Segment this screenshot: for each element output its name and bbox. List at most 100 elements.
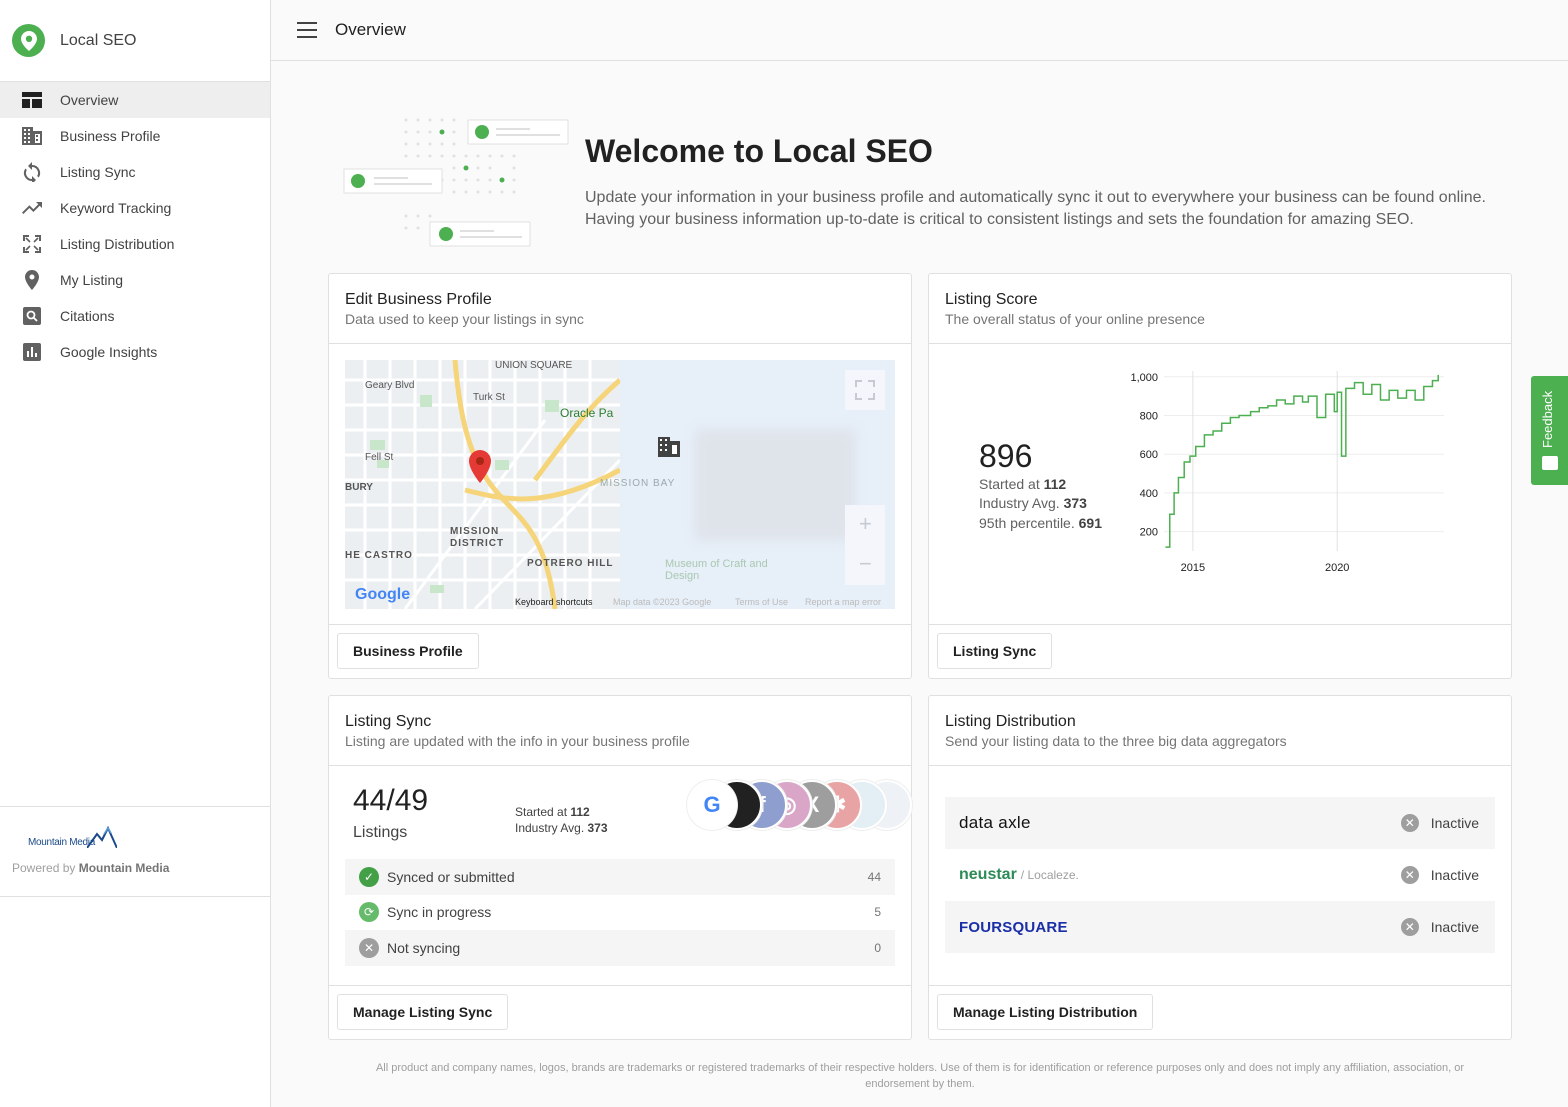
inactive-icon: ✕ <box>1400 866 1419 884</box>
map-label: Fell St <box>365 452 394 463</box>
sync-icon <box>22 162 42 182</box>
sidebar-item-label: Overview <box>60 92 119 108</box>
distribution-row-foursquare: FOURSQUARE ✕ Inactive <box>945 901 1495 953</box>
map-label: Turk St <box>473 392 505 403</box>
terms-link[interactable]: Terms of Use <box>735 597 788 607</box>
inactive-icon: ✕ <box>1400 814 1419 832</box>
card-header: Edit Business Profile Data used to keep … <box>329 274 911 344</box>
percentile-label: 95th percentile. <box>979 515 1075 531</box>
card-title: Edit Business Profile <box>345 291 492 308</box>
industry-value: 373 <box>1063 495 1087 511</box>
listing-sync-card: Listing Sync Listing are updated with th… <box>328 695 912 1040</box>
status-badge: ✕ Inactive <box>1400 814 1479 832</box>
keyboard-shortcuts-link[interactable]: Keyboard shortcuts <box>515 597 593 607</box>
map-label: MISSION DISTRICT <box>450 526 505 549</box>
map-label: BURY <box>345 482 373 493</box>
started-value: 112 <box>570 805 590 819</box>
manage-listing-sync-button[interactable]: Manage Listing Sync <box>337 994 509 1030</box>
listing-score-value: 896 <box>979 438 1033 474</box>
sidebar-item-citations[interactable]: Citations <box>0 298 270 334</box>
powered-prefix: Powered by <box>12 861 76 875</box>
zoom-out-icon[interactable]: − <box>859 551 872 577</box>
card-footer: Manage Listing Distribution <box>929 985 1511 1039</box>
listing-sync-stats: Started at 112 Industry Avg. 373 <box>515 804 608 836</box>
welcome-illustration <box>343 118 569 247</box>
card-subtitle: Listing are updated with the info in you… <box>345 733 690 749</box>
listing-source-avatar: G <box>687 780 737 830</box>
sidebar-item-label: Citations <box>60 308 115 324</box>
y-tick-label: 800 <box>1140 411 1158 423</box>
search-box-icon <box>22 306 42 326</box>
sync-row-synced: ✓ Synced or submitted 44 <box>345 859 895 895</box>
blurred-business-info <box>695 430 855 540</box>
check-circle-icon: ✓ <box>359 866 379 887</box>
expand-icon <box>22 234 42 254</box>
listing-score-chart: 200 400 600 800 1,000 2015 2020 <box>1130 371 1444 574</box>
sidebar-item-label: Listing Sync <box>60 164 136 180</box>
card-subtitle: The overall status of your online presen… <box>945 311 1205 327</box>
sidebar-item-listing-distribution[interactable]: Listing Distribution <box>0 226 270 262</box>
y-tick-label: 1,000 <box>1130 372 1158 384</box>
sidebar-item-listing-sync[interactable]: Listing Sync <box>0 154 270 190</box>
industry-label: Industry Avg. <box>515 821 585 835</box>
trademark-disclaimer: All product and company names, logos, br… <box>375 1062 1465 1090</box>
card-subtitle: Data used to keep your listings in sync <box>345 311 584 327</box>
listing-sync-count: 44/49 <box>353 784 429 817</box>
listing-score-card: Listing Score The overall status of your… <box>928 273 1512 679</box>
report-map-error-link[interactable]: Report a map error <box>805 597 881 607</box>
map-data-label: Map data ©2023 Google <box>613 597 712 607</box>
listing-sync-button[interactable]: Listing Sync <box>937 633 1053 669</box>
card-footer: Business Profile <box>329 624 911 678</box>
listing-sync-status-list: ✓ Synced or submitted 44 ⟳ Sync in progr… <box>345 859 895 966</box>
edit-business-profile-card: Edit Business Profile Data used to keep … <box>328 273 912 679</box>
neustar-logo: neustar <box>959 866 1017 883</box>
google-logo: Google <box>355 586 411 603</box>
card-footer: Manage Listing Sync <box>329 985 911 1039</box>
started-label: Started at <box>979 476 1040 492</box>
x-tick-label: 2015 <box>1181 562 1205 574</box>
powered-name: Mountain Media <box>78 861 170 875</box>
sync-row-in-progress: ⟳ Sync in progress 5 <box>345 895 895 931</box>
y-tick-label: 200 <box>1140 527 1158 539</box>
started-at: Started at 112 <box>979 476 1066 492</box>
zoom-controls[interactable]: + − <box>845 505 885 585</box>
card-footer: Listing Sync <box>929 624 1511 678</box>
sidebar-item-business-profile[interactable]: Business Profile <box>0 118 270 154</box>
hamburger-menu-icon[interactable] <box>297 22 317 38</box>
map-label: Museum of Craft and Design <box>665 558 768 582</box>
listing-score-line <box>1165 374 1439 548</box>
sync-row-not-syncing: ✕ Not syncing 0 <box>345 930 895 966</box>
sync-row-count: 44 <box>867 869 881 884</box>
sidebar-item-google-insights[interactable]: Google Insights <box>0 334 270 370</box>
sidebar-item-overview[interactable]: Overview <box>0 82 270 118</box>
status-label: Inactive <box>1430 919 1479 935</box>
mountain-media-logo: Mountain Media <box>28 822 258 848</box>
logo-text: Mountain Media <box>28 837 95 848</box>
status-label: Inactive <box>1430 867 1479 883</box>
card-subtitle: Send your listing data to the three big … <box>945 733 1287 749</box>
sidebar-nav: Overview Business Profile Listing Sync K… <box>0 82 270 370</box>
building-icon <box>22 126 42 146</box>
distribution-row-neustar: neustar / Localeze. ✕ Inactive <box>945 849 1495 901</box>
sync-progress-icon: ⟳ <box>359 902 379 923</box>
fullscreen-icon[interactable] <box>845 370 885 410</box>
sidebar-item-keyword-tracking[interactable]: Keyword Tracking <box>0 190 270 226</box>
business-profile-button[interactable]: Business Profile <box>337 633 479 669</box>
sidebar-item-label: Keyword Tracking <box>60 200 172 216</box>
zoom-in-icon[interactable]: + <box>859 511 872 537</box>
brand[interactable]: Local SEO <box>0 0 270 82</box>
foursquare-logo: FOURSQUARE <box>959 918 1068 936</box>
industry-avg: Industry Avg. 373 <box>979 495 1087 511</box>
sync-row-label: Not syncing <box>387 939 461 956</box>
card-header: Listing Sync Listing are updated with th… <box>329 696 911 766</box>
map-label: UNION SQUARE <box>495 360 573 371</box>
business-map[interactable]: UNION SQUARE Geary Blvd Turk St Oracle P… <box>345 360 895 609</box>
feedback-tab[interactable]: Feedback <box>1531 376 1568 485</box>
bar-chart-icon <box>22 342 42 362</box>
y-tick-label: 400 <box>1140 488 1158 500</box>
sidebar-item-my-listing[interactable]: My Listing <box>0 262 270 298</box>
card-title: Listing Score <box>945 291 1038 308</box>
sync-row-label: Sync in progress <box>387 904 492 921</box>
manage-listing-distribution-button[interactable]: Manage Listing Distribution <box>937 994 1154 1030</box>
topbar: Overview <box>271 0 1568 61</box>
